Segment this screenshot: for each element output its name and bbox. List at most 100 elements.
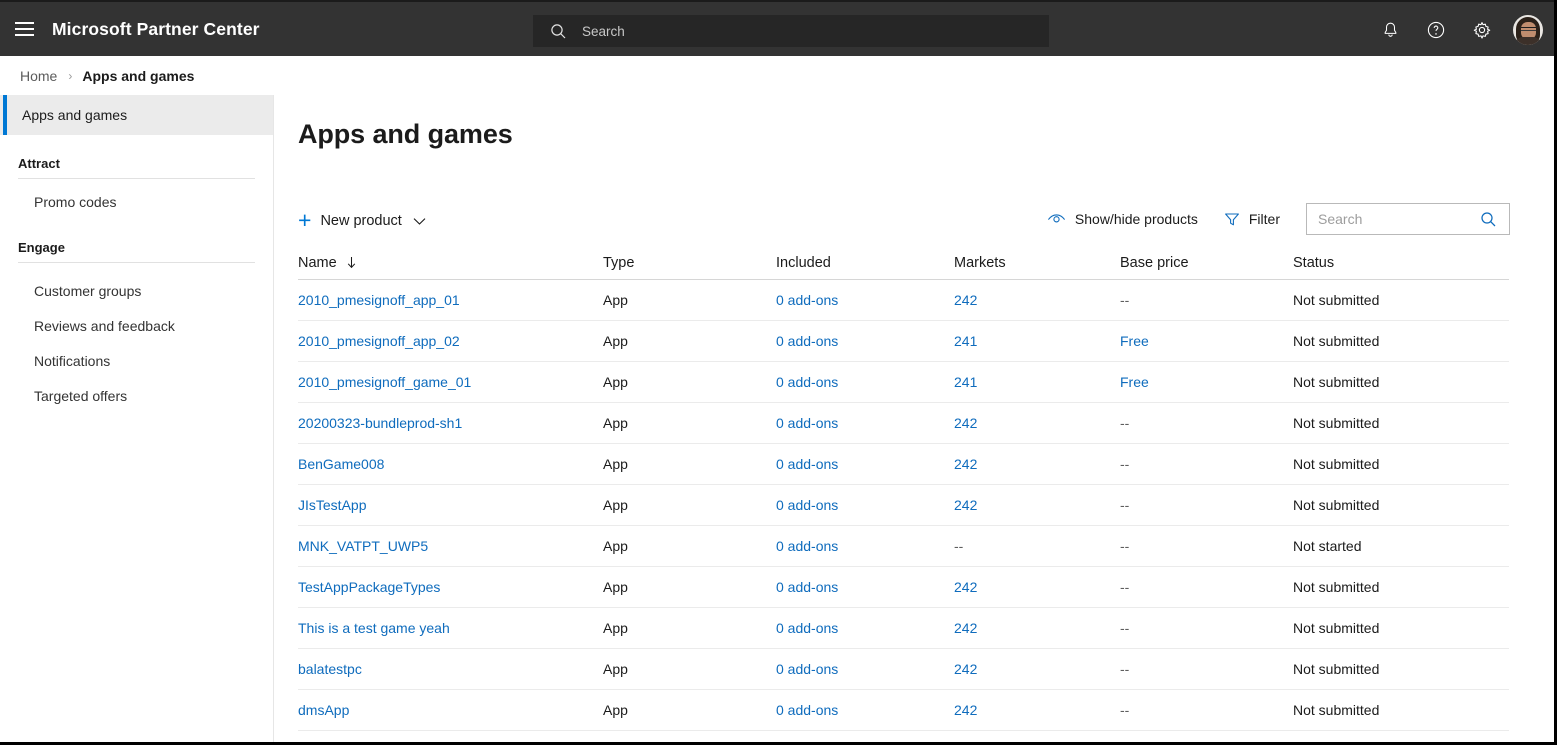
- global-search-input[interactable]: Search: [533, 15, 1049, 47]
- product-markets[interactable]: 242: [954, 456, 977, 472]
- sidebar: Apps and games Attract Promo codes Engag…: [0, 95, 274, 742]
- app-window: Microsoft Partner Center Search Home › A…: [0, 0, 1557, 745]
- product-name-link[interactable]: BenGame008: [298, 456, 384, 472]
- product-name-link[interactable]: 2010_pmesignoff_game_01: [298, 374, 471, 390]
- product-included-link[interactable]: 0 add-ons: [776, 415, 838, 431]
- header-actions: [1367, 2, 1551, 58]
- product-markets[interactable]: 242: [954, 579, 977, 595]
- global-header: Microsoft Partner Center Search: [0, 0, 1554, 58]
- search-icon[interactable]: [1480, 211, 1497, 228]
- product-markets[interactable]: 242: [954, 497, 977, 513]
- table-row[interactable]: 2010_pmesignoff_game_01 App 0 add-ons 241 Fr…: [298, 362, 1509, 403]
- product-name-link[interactable]: JIsTestApp: [298, 497, 366, 513]
- table-row[interactable]: 2010_pmesignoff_app_02 App 0 add-ons 241 Fre…: [298, 321, 1509, 362]
- show-hide-products-label: Show/hide products: [1074, 211, 1198, 227]
- product-type: App: [603, 620, 628, 636]
- product-base-price: --: [1120, 579, 1130, 595]
- column-header-status[interactable]: Status: [1293, 255, 1509, 271]
- product-included-link[interactable]: 0 add-ons: [776, 538, 838, 554]
- product-markets[interactable]: 241: [954, 333, 977, 349]
- product-included-link[interactable]: 0 add-ons: [776, 456, 838, 472]
- filter-label: Filter: [1248, 211, 1280, 227]
- table-header-row: Name Type Included Markets Base price St…: [298, 246, 1509, 280]
- chevron-down-icon[interactable]: [413, 217, 426, 226]
- brand-title[interactable]: Microsoft Partner Center: [52, 19, 260, 40]
- search-icon: [550, 23, 567, 40]
- sidebar-item-apps-and-games[interactable]: Apps and games: [0, 95, 273, 135]
- product-included-link[interactable]: 0 add-ons: [776, 497, 838, 513]
- product-name-link[interactable]: 20200323-bundleprod-sh1: [298, 415, 462, 431]
- product-base-price[interactable]: Free: [1120, 374, 1149, 390]
- product-status: Not submitted: [1293, 579, 1380, 595]
- product-name-link[interactable]: TestAppPackageTypes: [298, 579, 440, 595]
- product-name-link[interactable]: MNK_VATPT_UWP5: [298, 538, 428, 554]
- gear-icon[interactable]: [1459, 2, 1505, 58]
- breadcrumb-home[interactable]: Home: [20, 68, 57, 84]
- table-row[interactable]: This is a test game yeah App 0 add-ons 242 -…: [298, 608, 1509, 649]
- product-name-link[interactable]: This is a test game yeah: [298, 620, 450, 636]
- table-body: 2010_pmesignoff_app_01 App 0 add-ons 242 -- N…: [298, 280, 1509, 731]
- product-included-link[interactable]: 0 add-ons: [776, 333, 838, 349]
- sidebar-group-engage: Engage Customer groups Reviews and feedb…: [0, 240, 273, 413]
- product-markets[interactable]: 242: [954, 292, 977, 308]
- new-product-button[interactable]: + New product: [298, 206, 426, 236]
- product-markets[interactable]: 242: [954, 415, 977, 431]
- product-base-price: --: [1120, 497, 1130, 513]
- product-base-price: --: [1120, 538, 1130, 554]
- avatar-glasses: [1521, 27, 1536, 31]
- column-header-base-price[interactable]: Base price: [1120, 255, 1293, 271]
- product-name-link[interactable]: 2010_pmesignoff_app_01: [298, 292, 460, 308]
- show-hide-products-button[interactable]: Show/hide products: [1047, 202, 1198, 236]
- product-name-link[interactable]: 2010_pmesignoff_app_02: [298, 333, 460, 349]
- command-bar: + New product Show/hide products Filter …: [274, 200, 1554, 246]
- table-row[interactable]: TestAppPackageTypes App 0 add-ons 242 -- Not …: [298, 567, 1509, 608]
- hamburger-icon[interactable]: [0, 1, 48, 57]
- sidebar-group-attract: Attract Promo codes: [0, 156, 273, 219]
- column-header-type[interactable]: Type: [603, 255, 776, 271]
- product-included-link[interactable]: 0 add-ons: [776, 620, 838, 636]
- product-markets: --: [954, 538, 964, 554]
- product-status: Not submitted: [1293, 661, 1380, 677]
- product-base-price[interactable]: Free: [1120, 333, 1149, 349]
- sidebar-item-promo-codes[interactable]: Promo codes: [0, 184, 273, 219]
- column-header-name[interactable]: Name: [298, 255, 603, 271]
- column-header-included[interactable]: Included: [776, 255, 954, 271]
- table-search-input[interactable]: Search: [1306, 203, 1510, 235]
- product-included-link[interactable]: 0 add-ons: [776, 374, 838, 390]
- table-row[interactable]: 2010_pmesignoff_app_01 App 0 add-ons 242 -- N…: [298, 280, 1509, 321]
- product-base-price: --: [1120, 456, 1130, 472]
- global-search-placeholder: Search: [582, 23, 625, 39]
- sidebar-item-reviews-and-feedback[interactable]: Reviews and feedback: [0, 308, 273, 343]
- product-included-link[interactable]: 0 add-ons: [776, 702, 838, 718]
- sidebar-item-customer-groups[interactable]: Customer groups: [0, 273, 273, 308]
- table-row[interactable]: dmsApp App 0 add-ons 242 -- Not submitted: [298, 690, 1509, 731]
- product-markets[interactable]: 242: [954, 661, 977, 677]
- sidebar-item-notifications[interactable]: Notifications: [0, 343, 273, 378]
- table-row[interactable]: 20200323-bundleprod-sh1 App 0 add-ons 242 --…: [298, 403, 1509, 444]
- column-header-markets[interactable]: Markets: [954, 255, 1120, 271]
- sidebar-group-title: Attract: [18, 156, 60, 171]
- product-markets[interactable]: 242: [954, 702, 977, 718]
- question-circle-icon[interactable]: [1413, 2, 1459, 58]
- command-bar-right: Show/hide products Filter Search: [1047, 202, 1510, 236]
- product-name-link[interactable]: balatestpc: [298, 661, 362, 677]
- product-type: App: [603, 702, 628, 718]
- bell-icon[interactable]: [1367, 2, 1413, 58]
- product-type: App: [603, 538, 628, 554]
- sidebar-item-targeted-offers[interactable]: Targeted offers: [0, 378, 273, 413]
- hamburger-bars: [14, 18, 34, 40]
- product-name-link[interactable]: dmsApp: [298, 702, 349, 718]
- table-row[interactable]: JIsTestApp App 0 add-ons 242 -- Not submitted: [298, 485, 1509, 526]
- product-markets[interactable]: 242: [954, 620, 977, 636]
- product-included-link[interactable]: 0 add-ons: [776, 661, 838, 677]
- sidebar-divider: [18, 178, 255, 179]
- table-row[interactable]: MNK_VATPT_UWP5 App 0 add-ons -- -- Not starte…: [298, 526, 1509, 567]
- product-markets[interactable]: 241: [954, 374, 977, 390]
- filter-button[interactable]: Filter: [1224, 202, 1280, 236]
- product-included-link[interactable]: 0 add-ons: [776, 292, 838, 308]
- product-base-price: --: [1120, 620, 1130, 636]
- avatar[interactable]: [1505, 2, 1551, 58]
- table-row[interactable]: BenGame008 App 0 add-ons 242 -- Not submitted: [298, 444, 1509, 485]
- table-row[interactable]: balatestpc App 0 add-ons 242 -- Not submitted: [298, 649, 1509, 690]
- product-included-link[interactable]: 0 add-ons: [776, 579, 838, 595]
